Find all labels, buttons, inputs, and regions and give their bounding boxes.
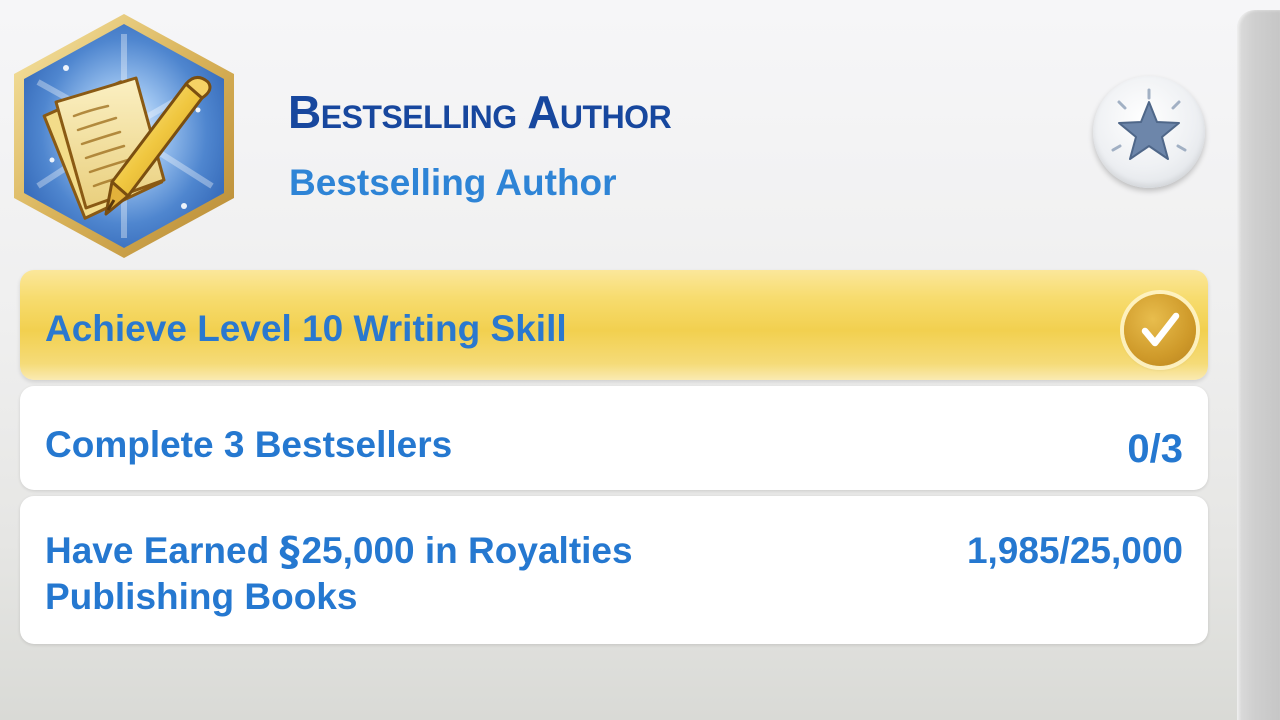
objective-progress: 0/3 (1127, 427, 1183, 471)
writing-paper-and-pen-icon (14, 14, 234, 258)
aspiration-title: Bestselling Author (288, 86, 672, 138)
objective-label: Complete 3 Bestsellers (45, 424, 453, 465)
objective-label-prefix: Have Earned (45, 530, 270, 571)
objective-row[interactable]: Have Earned §25,000 in Royalties Publish… (20, 496, 1208, 644)
star-icon (1111, 88, 1187, 160)
scrollbar[interactable] (1237, 10, 1280, 720)
favorite-star-button[interactable] (1093, 76, 1205, 188)
objective-label: Have Earned §25,000 in Royalties Publish… (45, 528, 805, 620)
objective-row-completed[interactable]: Achieve Level 10 Writing Skill (20, 270, 1208, 380)
aspiration-subtitle: Bestselling Author (289, 162, 617, 203)
objective-label: Achieve Level 10 Writing Skill (45, 308, 567, 349)
objective-progress: 1,985/25,000 (966, 530, 1183, 571)
completed-badge (1124, 294, 1196, 366)
objectives-list: Achieve Level 10 Writing Skill Complete … (20, 270, 1208, 644)
aspiration-badge (8, 10, 240, 262)
objective-row[interactable]: Complete 3 Bestsellers 0/3 (20, 386, 1208, 490)
checkmark-icon (1141, 312, 1180, 347)
simoleon-currency-icon: § (279, 529, 300, 575)
